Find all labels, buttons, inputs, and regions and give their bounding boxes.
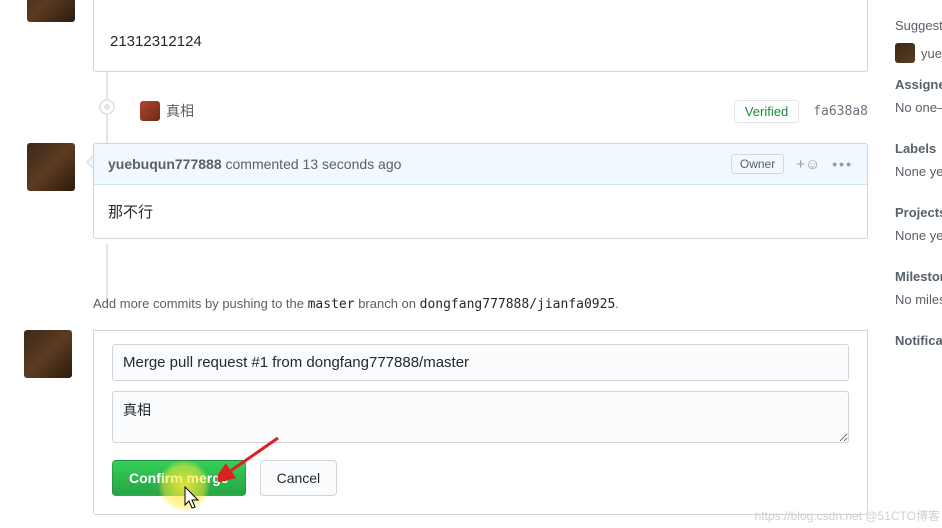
comment-author[interactable]: yuebuqun777888: [108, 156, 222, 172]
merge-description-input[interactable]: [112, 391, 849, 443]
timeline-line: [106, 244, 108, 304]
sidebar-projects-label[interactable]: Projects: [895, 205, 942, 220]
comment-caret: [78, 154, 94, 170]
sidebar-labels-value: None ye: [895, 164, 942, 179]
verified-badge[interactable]: Verified: [734, 100, 799, 123]
sidebar-labels-label[interactable]: Labels: [895, 141, 942, 156]
comment-timestamp[interactable]: 13 seconds ago: [303, 156, 402, 172]
add-reaction-button[interactable]: +☺: [794, 156, 822, 173]
comment-body: 21312312124: [94, 0, 867, 66]
sidebar-milestone-label[interactable]: Milestone: [895, 269, 942, 284]
sidebar-assignees-value[interactable]: No one—: [895, 100, 942, 115]
watermark: https://blog.csdn.net @51CTO博客: [755, 507, 940, 524]
sidebar-milestone-value: No miles: [895, 292, 942, 307]
avatar: [24, 330, 72, 378]
sidebar-assignees-label[interactable]: Assignees: [895, 77, 942, 92]
sidebar-projects-value: None ye: [895, 228, 942, 243]
commit-message[interactable]: 真相: [166, 101, 194, 121]
comment-header: yuebuqun777888 commented 13 seconds ago …: [94, 144, 867, 185]
merge-title-input[interactable]: [112, 344, 849, 381]
avatar: [895, 43, 915, 63]
confirm-merge-button[interactable]: Confirm merge: [112, 460, 246, 496]
repo-name: dongfang777888/jianfa0925: [420, 297, 616, 312]
branch-name: master: [308, 297, 355, 312]
avatar: [140, 101, 160, 121]
comment-body: 那不行: [94, 185, 867, 238]
commit-timeline-icon: [99, 99, 115, 115]
push-commits-hint: Add more commits by pushing to the maste…: [93, 296, 619, 312]
comment-box: 21312312124: [93, 0, 868, 72]
avatar: [27, 143, 75, 191]
sidebar-suggested-label: Suggest: [895, 18, 942, 33]
comment-menu-button[interactable]: •••: [832, 156, 853, 172]
commit-row: 真相 Verified fa638a8: [140, 97, 868, 125]
owner-badge: Owner: [731, 154, 784, 174]
sidebar-notifications-label[interactable]: Notifications: [895, 333, 942, 348]
avatar: [27, 0, 75, 22]
commit-sha[interactable]: fa638a8: [813, 104, 868, 119]
merge-confirm-panel: Confirm merge Cancel: [93, 330, 868, 515]
comment-box: yuebuqun777888 commented 13 seconds ago …: [93, 143, 868, 239]
cancel-button[interactable]: Cancel: [260, 460, 338, 496]
sidebar-suggested-user[interactable]: yue: [921, 46, 942, 61]
comment-action: commented: [226, 156, 299, 172]
